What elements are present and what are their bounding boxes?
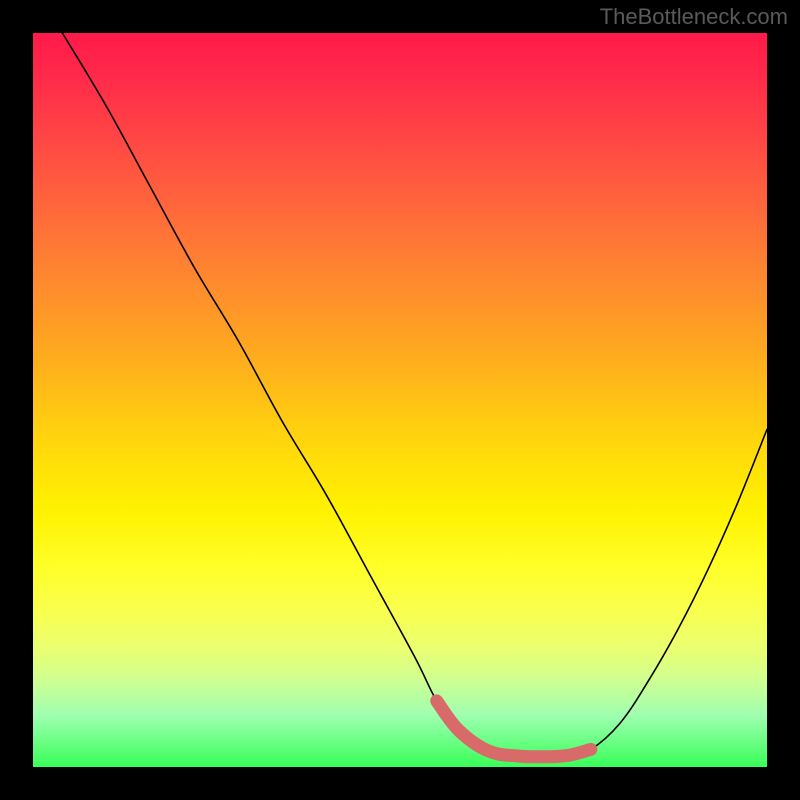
chart-svg [33, 33, 767, 767]
chart-plot-area [33, 33, 767, 767]
watermark-text: TheBottleneck.com [600, 4, 788, 30]
optimal-range-highlight [437, 701, 591, 757]
bottleneck-curve-line [62, 33, 767, 757]
